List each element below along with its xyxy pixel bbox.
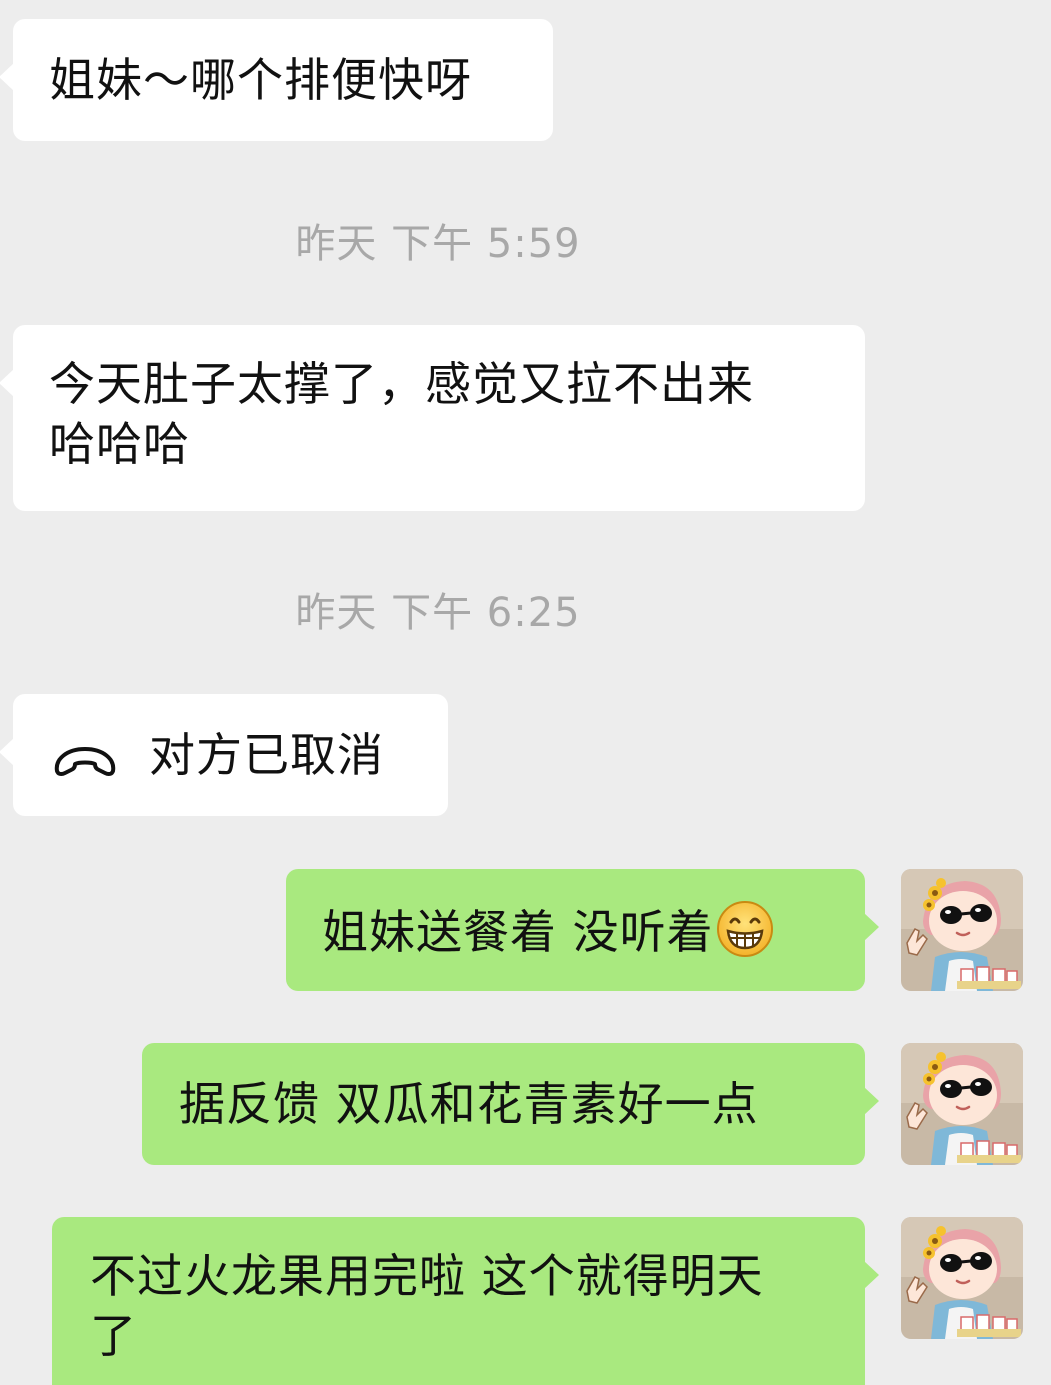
message-timestamp: 昨天 下午 6:25 [295,590,581,636]
message-bubble-outgoing[interactable]: 不过火龙果用完啦 这个就得明天 了 [52,1217,879,1385]
hang-up-phone-icon [49,735,121,777]
sunglasses-girl-avatar-icon [901,1217,1023,1339]
message-text: 姐妹送餐着 没听着 [322,905,714,959]
sunglasses-girl-avatar-icon [901,869,1023,991]
call-status-text: 对方已取消 [149,728,384,782]
avatar[interactable] [901,869,1023,991]
grin-emoji-icon [716,900,774,958]
message-bubble-incoming[interactable]: 今天肚子太撑了，感觉又拉不出来 哈哈哈 [0,325,865,511]
message-text: 今天肚子太撑了，感觉又拉不出来 哈哈哈 [49,357,754,471]
message-text: 姐妹～哪个排便快呀 [49,53,472,107]
message-text: 据反馈 双瓜和花青素好一点 [179,1077,759,1131]
message-text: 不过火龙果用完啦 这个就得明天 了 [90,1249,764,1363]
avatar[interactable] [901,1217,1023,1339]
message-timestamp: 昨天 下午 5:59 [295,221,581,267]
message-bubble-incoming[interactable]: 姐妹～哪个排便快呀 [0,19,553,141]
message-bubble-outgoing[interactable]: 姐妹送餐着 没听着 [286,869,879,991]
sunglasses-girl-avatar-icon [901,1043,1023,1165]
avatar[interactable] [901,1043,1023,1165]
call-record-bubble[interactable]: 对方已取消 [0,694,448,816]
message-bubble-outgoing[interactable]: 据反馈 双瓜和花青素好一点 [142,1043,879,1165]
